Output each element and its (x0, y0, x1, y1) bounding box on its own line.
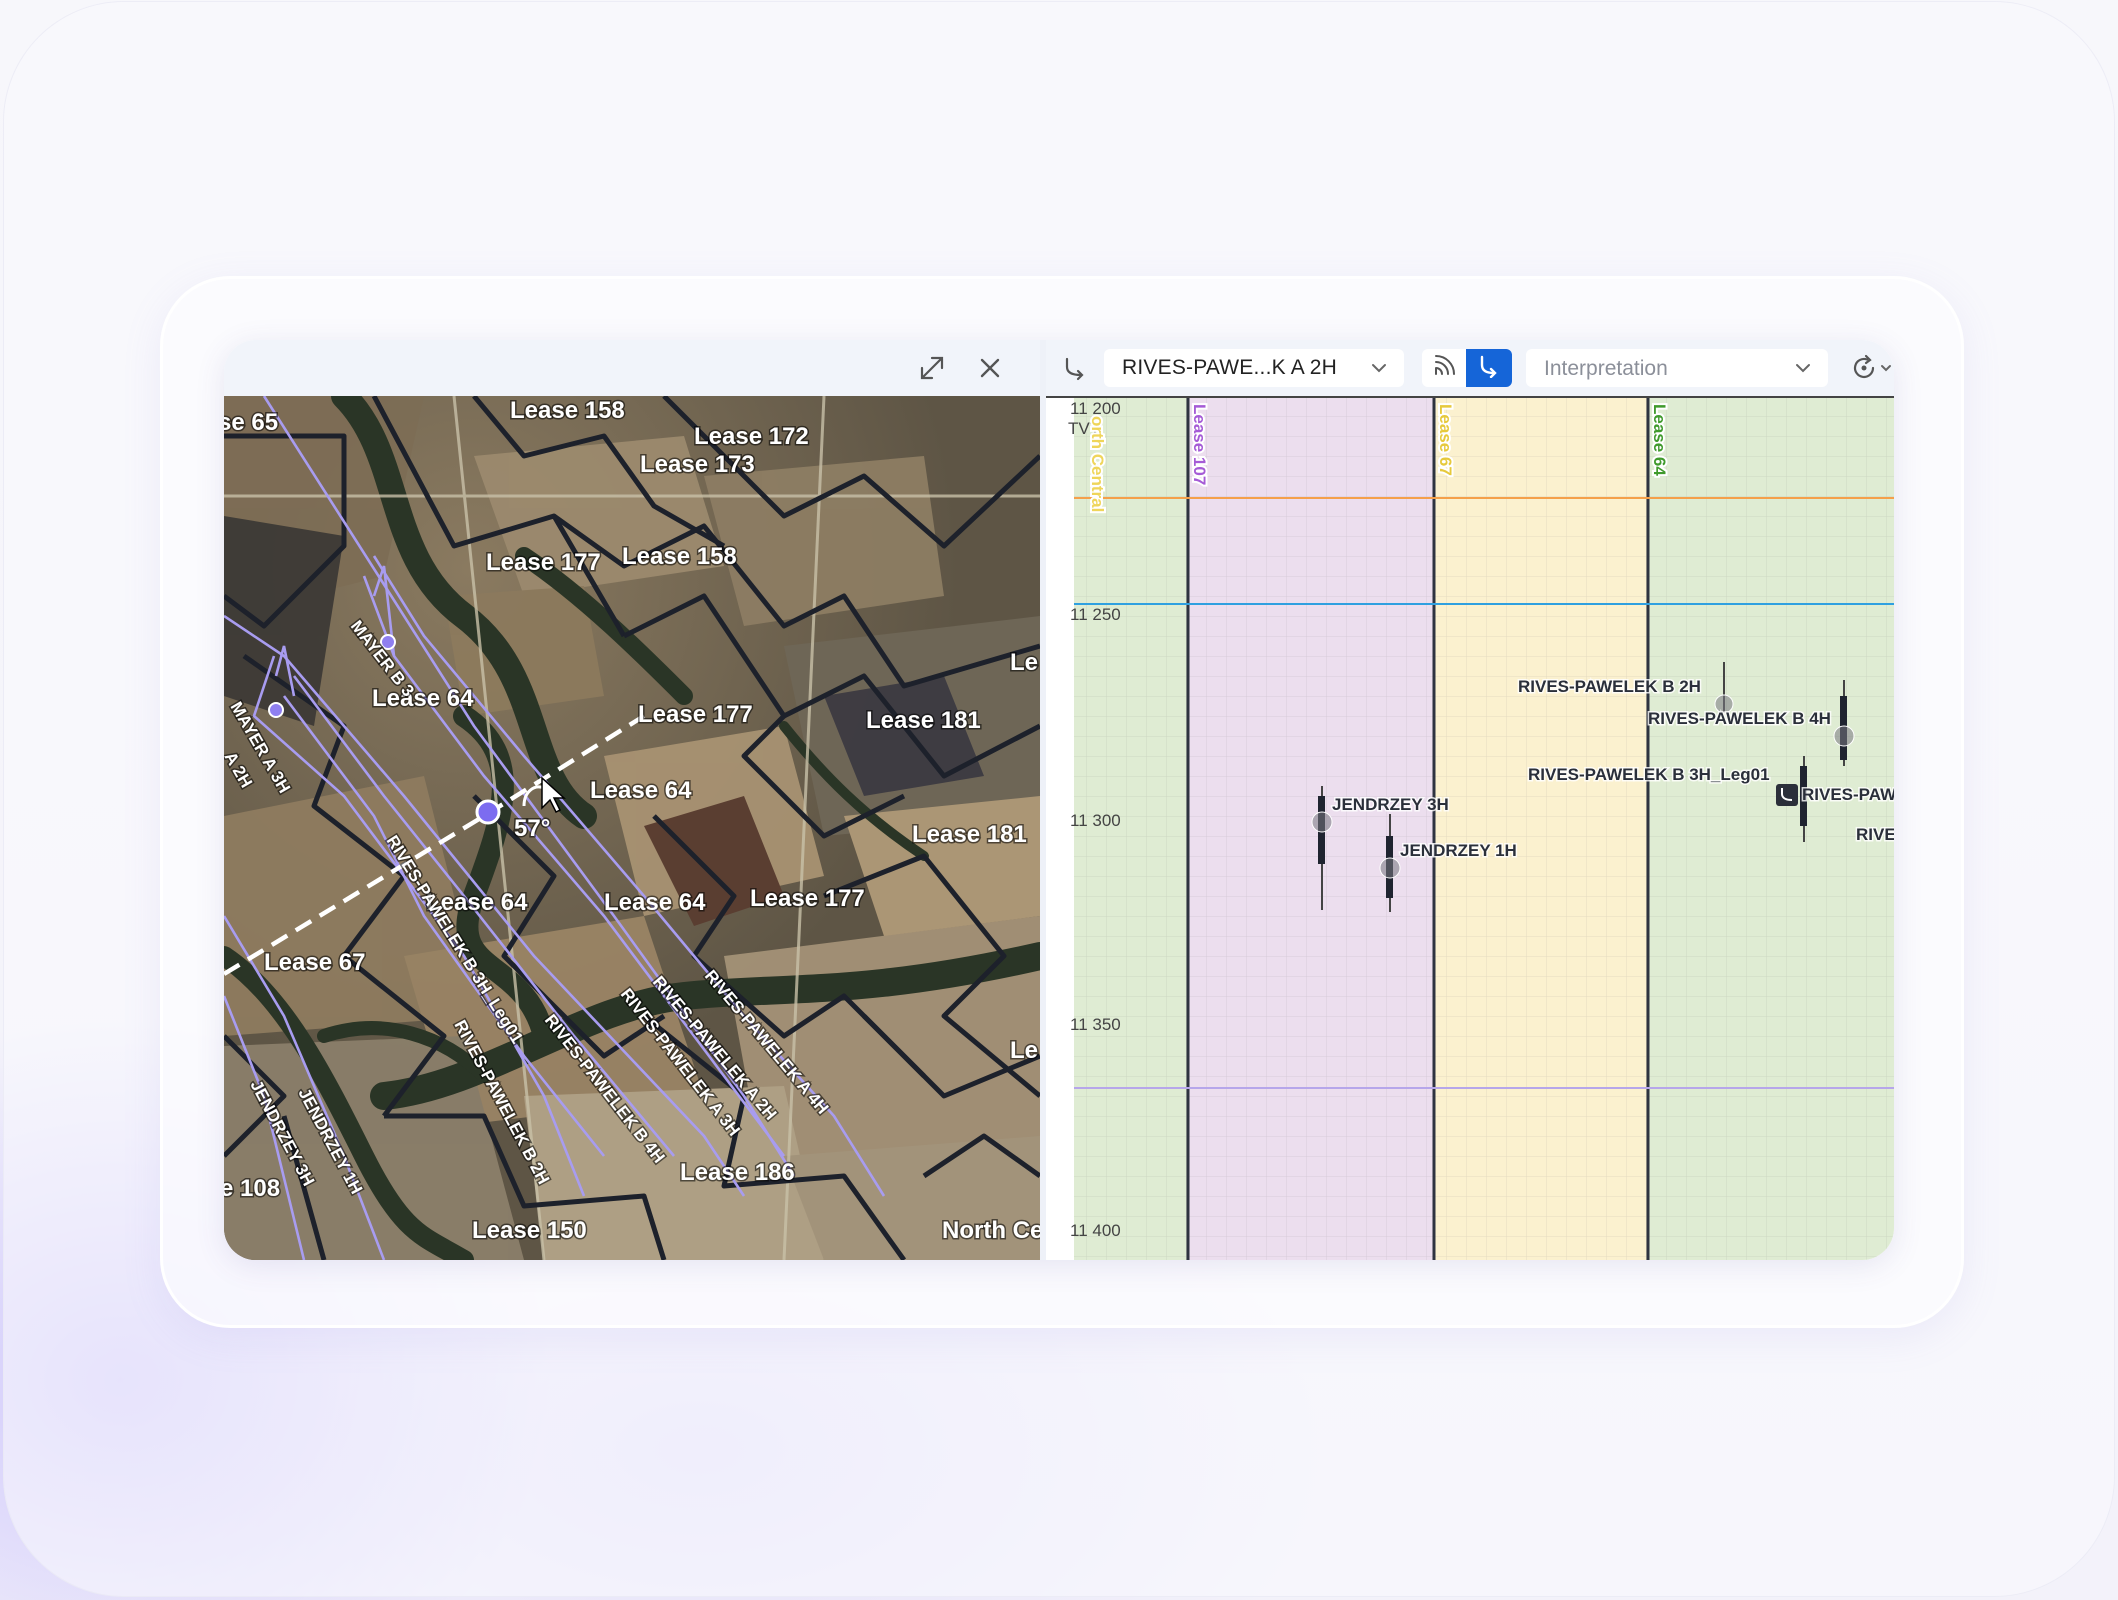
lease-label: Lease 181 (866, 707, 981, 734)
interpretation-placeholder: Interpretation (1544, 357, 1668, 380)
depth-tick: 11 300 (1070, 811, 1121, 830)
grid (1074, 396, 1894, 1260)
lease-label: Lease 173 (640, 451, 755, 478)
lease-column-label: Lease 107 (1190, 404, 1209, 485)
app-window: 57° se 65 Lease 158 Lease 172 Lease 173 … (224, 340, 1894, 1260)
lease-label: Lease 158 (622, 543, 737, 570)
well-label: JENDRZEY 1H (1400, 841, 1517, 860)
close-icon[interactable] (972, 350, 1008, 386)
well-select-value: RIVES-PAWE...K A 2H (1122, 356, 1338, 379)
well-label: JENDRZEY 3H (1332, 795, 1449, 814)
lease-label: Lease 150 (472, 1217, 587, 1244)
cross-section-pane: RIVES-PAWE...K A 2H Interpretation 11 20… (1046, 340, 1894, 1260)
map-pane: 57° se 65 Lease 158 Lease 172 Lease 173 … (224, 340, 1040, 1260)
lease-label: Lease 177 (750, 885, 865, 912)
well-label: RIVE (1856, 825, 1894, 844)
lease-label: se 65 (224, 409, 278, 436)
chevron-down-icon (1370, 359, 1388, 382)
well-path-icon (1060, 352, 1092, 384)
signal-icon (1432, 354, 1456, 383)
depth-tick: 11 250 (1070, 605, 1121, 624)
lease-label: Lease 64 (590, 777, 692, 804)
lease-label: Le (1010, 649, 1038, 676)
chevron-down-icon (1794, 359, 1812, 382)
cross-section-view[interactable]: 11 200 TVT 11 250 11 300 11 350 11 400 o… (1046, 396, 1894, 1260)
lease-label: Lease 64 (604, 889, 706, 916)
lease-label: Lease 67 (264, 949, 365, 976)
well-label: RIVES-PAWELEK B 4H (1648, 709, 1831, 728)
map-header (224, 340, 1040, 396)
signal-toggle-button[interactable] (1422, 349, 1466, 387)
selected-well-marker[interactable] (1776, 784, 1798, 806)
lease-label: Lease 64 (372, 685, 474, 712)
lease-label: Lease 181 (912, 821, 1027, 848)
lease-label: Le (1010, 1037, 1038, 1064)
depth-tick: 11 350 (1070, 1015, 1121, 1034)
well-select[interactable]: RIVES-PAWE...K A 2H (1104, 349, 1404, 387)
lease-label: e 108 (224, 1175, 280, 1202)
well-label: RIVES-PAWE (1802, 785, 1894, 804)
lease-label: North Ce (942, 1217, 1040, 1244)
lease-column-label: Lease 64 (1650, 404, 1669, 476)
lease-label: Lease 158 (510, 397, 625, 424)
satellite-map[interactable]: 57° se 65 Lease 158 Lease 172 Lease 173 … (224, 396, 1040, 1260)
well-toggle-icon (1477, 354, 1501, 383)
interpretation-select[interactable]: Interpretation (1526, 349, 1828, 387)
well-label: RIVES-PAWELEK B 3H_Leg01 (1528, 765, 1770, 784)
lease-label: Lease 177 (638, 701, 753, 728)
well-toggle-button[interactable] (1466, 349, 1512, 387)
lease-label: Lease 172 (694, 423, 809, 450)
sync-icon[interactable] (1848, 352, 1880, 384)
expand-icon[interactable] (914, 350, 950, 386)
lease-column-label: orth Central (1088, 416, 1107, 512)
lease-label: Lease 186 (680, 1159, 795, 1186)
well-label: RIVES-PAWELEK B 2H (1518, 677, 1701, 696)
lease-label: Lease 177 (486, 549, 601, 576)
section-toolbar: RIVES-PAWE...K A 2H Interpretation (1046, 340, 1894, 396)
chevron-down-icon[interactable] (1878, 352, 1894, 384)
lease-column-label: Lease 67 (1436, 404, 1455, 476)
depth-tick: 11 400 (1070, 1221, 1121, 1240)
measure-angle-label: 57° (514, 815, 550, 842)
